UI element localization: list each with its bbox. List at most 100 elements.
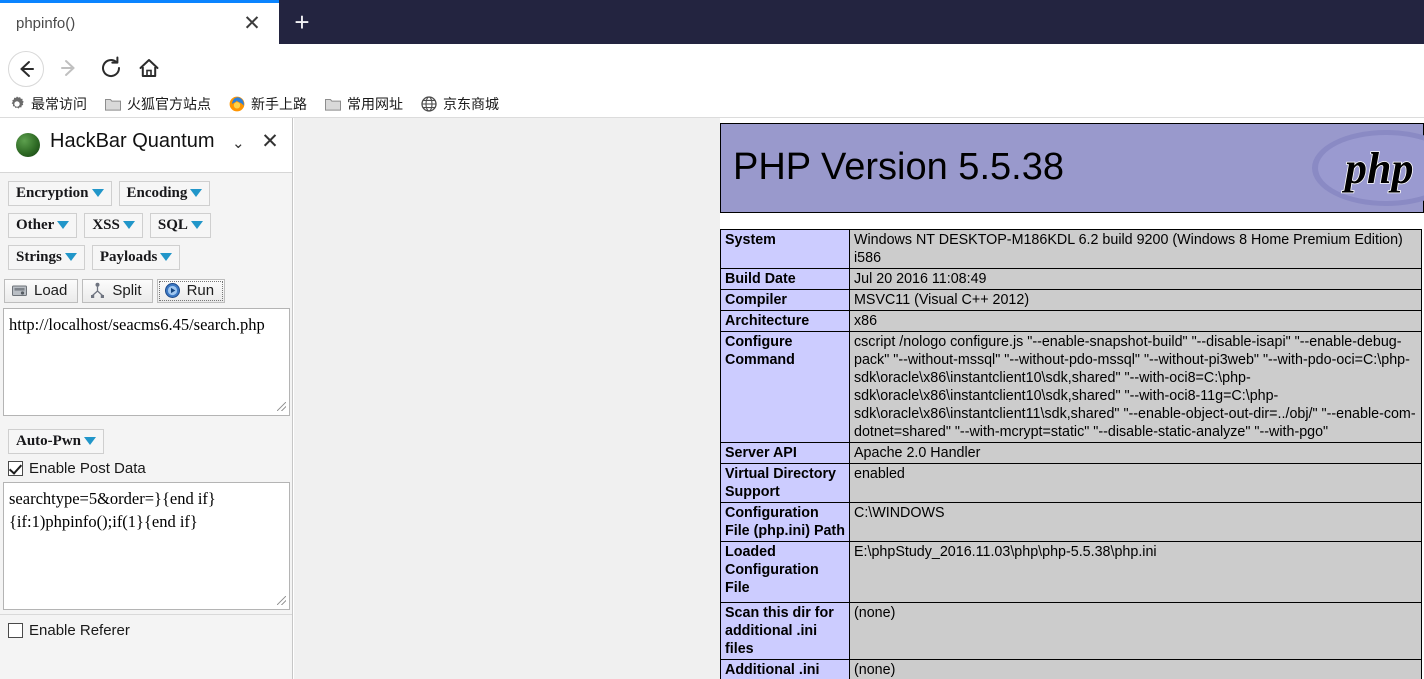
button-label: Run [186, 282, 215, 299]
autopwn-row: Auto-Pwn [0, 429, 292, 458]
browser-window: phpinfo() ✕ + 最常访问 火狐官方站点 新手上路 常用网址 京东商城… [0, 0, 1424, 679]
row-key: Configure Command [720, 331, 850, 443]
run-button[interactable]: Run [156, 279, 226, 303]
row-value: x86 [849, 310, 1422, 332]
split-button[interactable]: Split [82, 279, 153, 303]
chevron-down-icon [160, 253, 173, 261]
row-value: MSVC11 (Visual C++ 2012) [849, 289, 1422, 311]
split-icon [91, 282, 105, 298]
strings-menu-button[interactable]: Strings [8, 245, 85, 270]
payloads-menu-button[interactable]: Payloads [91, 245, 181, 270]
enable-referer-checkbox[interactable] [8, 623, 23, 638]
enable-post-data-row[interactable]: Enable Post Data [0, 458, 292, 482]
url-textarea[interactable] [3, 308, 290, 416]
post-data-textarea[interactable] [3, 482, 290, 610]
folder-icon [105, 99, 121, 111]
gear-icon [11, 96, 24, 109]
hackbar-title: HackBar Quantum [50, 130, 215, 152]
button-label: XSS [92, 217, 120, 233]
close-icon[interactable]: ✕ [258, 126, 282, 158]
row-key: System [720, 229, 850, 269]
table-row: Configuration File (php.ini) Path C:\WIN… [720, 502, 1422, 542]
enable-post-data-checkbox[interactable] [8, 461, 23, 476]
forward-button [52, 51, 86, 85]
enable-post-data-label: Enable Post Data [29, 460, 146, 477]
row-key: Scan this dir for additional .ini files [720, 602, 850, 660]
table-row: Additional .ini files parsed (none) [720, 659, 1422, 679]
bookmark-jd-mall[interactable]: 京东商城 [420, 94, 499, 114]
load-button[interactable]: Load [4, 279, 79, 303]
hackbar-button-row-2: Other XSS SQL [0, 213, 292, 245]
bookmark-newbie-guide[interactable]: 新手上路 [228, 94, 307, 114]
tab-phpinfo[interactable]: phpinfo() ✕ [0, 0, 279, 44]
php-version-banner: PHP Version 5.5.38 php [720, 123, 1424, 213]
back-button[interactable] [8, 51, 44, 87]
home-icon [139, 59, 159, 77]
reload-icon [102, 56, 121, 77]
encoding-menu-button[interactable]: Encoding [118, 181, 211, 206]
enable-referer-row[interactable]: Enable Referer [0, 615, 292, 644]
globe-icon [421, 96, 437, 112]
table-row: Compiler MSVC11 (Visual C++ 2012) [720, 289, 1422, 311]
reload-button[interactable] [94, 51, 128, 85]
row-key: Virtual Directory Support [720, 463, 850, 503]
home-button[interactable] [132, 51, 166, 85]
hackbar-body: Encryption Encoding Other XSS SQL String… [0, 173, 292, 644]
row-value: cscript /nologo configure.js "--enable-s… [849, 331, 1422, 443]
close-icon[interactable]: ✕ [239, 11, 265, 37]
page-title: PHP Version 5.5.38 [733, 146, 1064, 188]
bookmark-label: 新手上路 [251, 96, 307, 112]
chevron-down-icon [64, 253, 77, 261]
table-row: Build Date Jul 20 2016 11:08:49 [720, 268, 1422, 290]
hackbar-toolbar: Load Split Run [0, 277, 292, 308]
table-row: Architecture x86 [720, 310, 1422, 332]
table-row: Server API Apache 2.0 Handler [720, 442, 1422, 464]
table-row: System Windows NT DESKTOP-M186KDL 6.2 bu… [720, 229, 1422, 269]
bookmark-firefox-site[interactable]: 火狐官方站点 [104, 94, 211, 114]
auto-pwn-menu-button[interactable]: Auto-Pwn [8, 429, 105, 454]
enable-referer-label: Enable Referer [29, 622, 130, 639]
xss-menu-button[interactable]: XSS [84, 213, 143, 238]
button-label: Auto-Pwn [16, 433, 82, 449]
row-value: enabled [849, 463, 1422, 503]
new-tab-button[interactable]: + [281, 0, 323, 44]
php-logo-icon: php [1312, 130, 1424, 206]
hackbar-button-row-1: Encryption Encoding [0, 181, 292, 213]
bookmark-most-visited[interactable]: 最常访问 [8, 94, 87, 114]
button-label: Strings [16, 249, 62, 265]
other-menu-button[interactable]: Other [8, 213, 78, 238]
hackbar-globe-icon [16, 133, 40, 157]
table-row: Scan this dir for additional .ini files … [720, 602, 1422, 660]
bookmark-label: 火狐官方站点 [127, 96, 211, 112]
post-data-textarea-wrapper [0, 482, 292, 610]
navigation-toolbar: localhost/seacms6.45/search.php [0, 44, 1424, 130]
row-value: (none) [849, 602, 1422, 660]
button-label: Encryption [16, 185, 89, 201]
forward-arrow-icon [61, 60, 75, 76]
row-key: Compiler [720, 289, 850, 311]
bookmark-label: 京东商城 [443, 96, 499, 112]
phpinfo-page: PHP Version 5.5.38 php System Windows NT… [720, 118, 1424, 679]
load-icon [12, 285, 27, 296]
chevron-down-icon [91, 189, 104, 197]
button-label: SQL [157, 217, 188, 233]
bookmark-common-sites[interactable]: 常用网址 [324, 94, 403, 114]
button-label: Encoding [126, 185, 188, 201]
row-value: E:\phpStudy_2016.11.03\php\php-5.5.38\ph… [849, 541, 1422, 603]
phpinfo-table: System Windows NT DESKTOP-M186KDL 6.2 bu… [720, 229, 1422, 679]
row-key: Loaded Configuration File [720, 541, 850, 603]
button-label: Split [112, 282, 142, 299]
chevron-down-icon [190, 189, 203, 197]
encryption-menu-button[interactable]: Encryption [8, 181, 112, 206]
chevron-down-icon[interactable]: ⌄ [232, 134, 245, 152]
page-content-area: PHP Version 5.5.38 php System Windows NT… [294, 118, 1424, 679]
tab-title: phpinfo() [16, 15, 76, 32]
row-key: Build Date [720, 268, 850, 290]
bookmark-label: 常用网址 [347, 96, 403, 112]
hackbar-header: HackBar Quantum ⌄ ✕ [0, 118, 292, 173]
row-key: Configuration File (php.ini) Path [720, 502, 850, 542]
sql-menu-button[interactable]: SQL [149, 213, 211, 238]
row-value: Windows NT DESKTOP-M186KDL 6.2 build 920… [849, 229, 1422, 269]
table-row: Loaded Configuration File E:\phpStudy_20… [720, 541, 1422, 603]
